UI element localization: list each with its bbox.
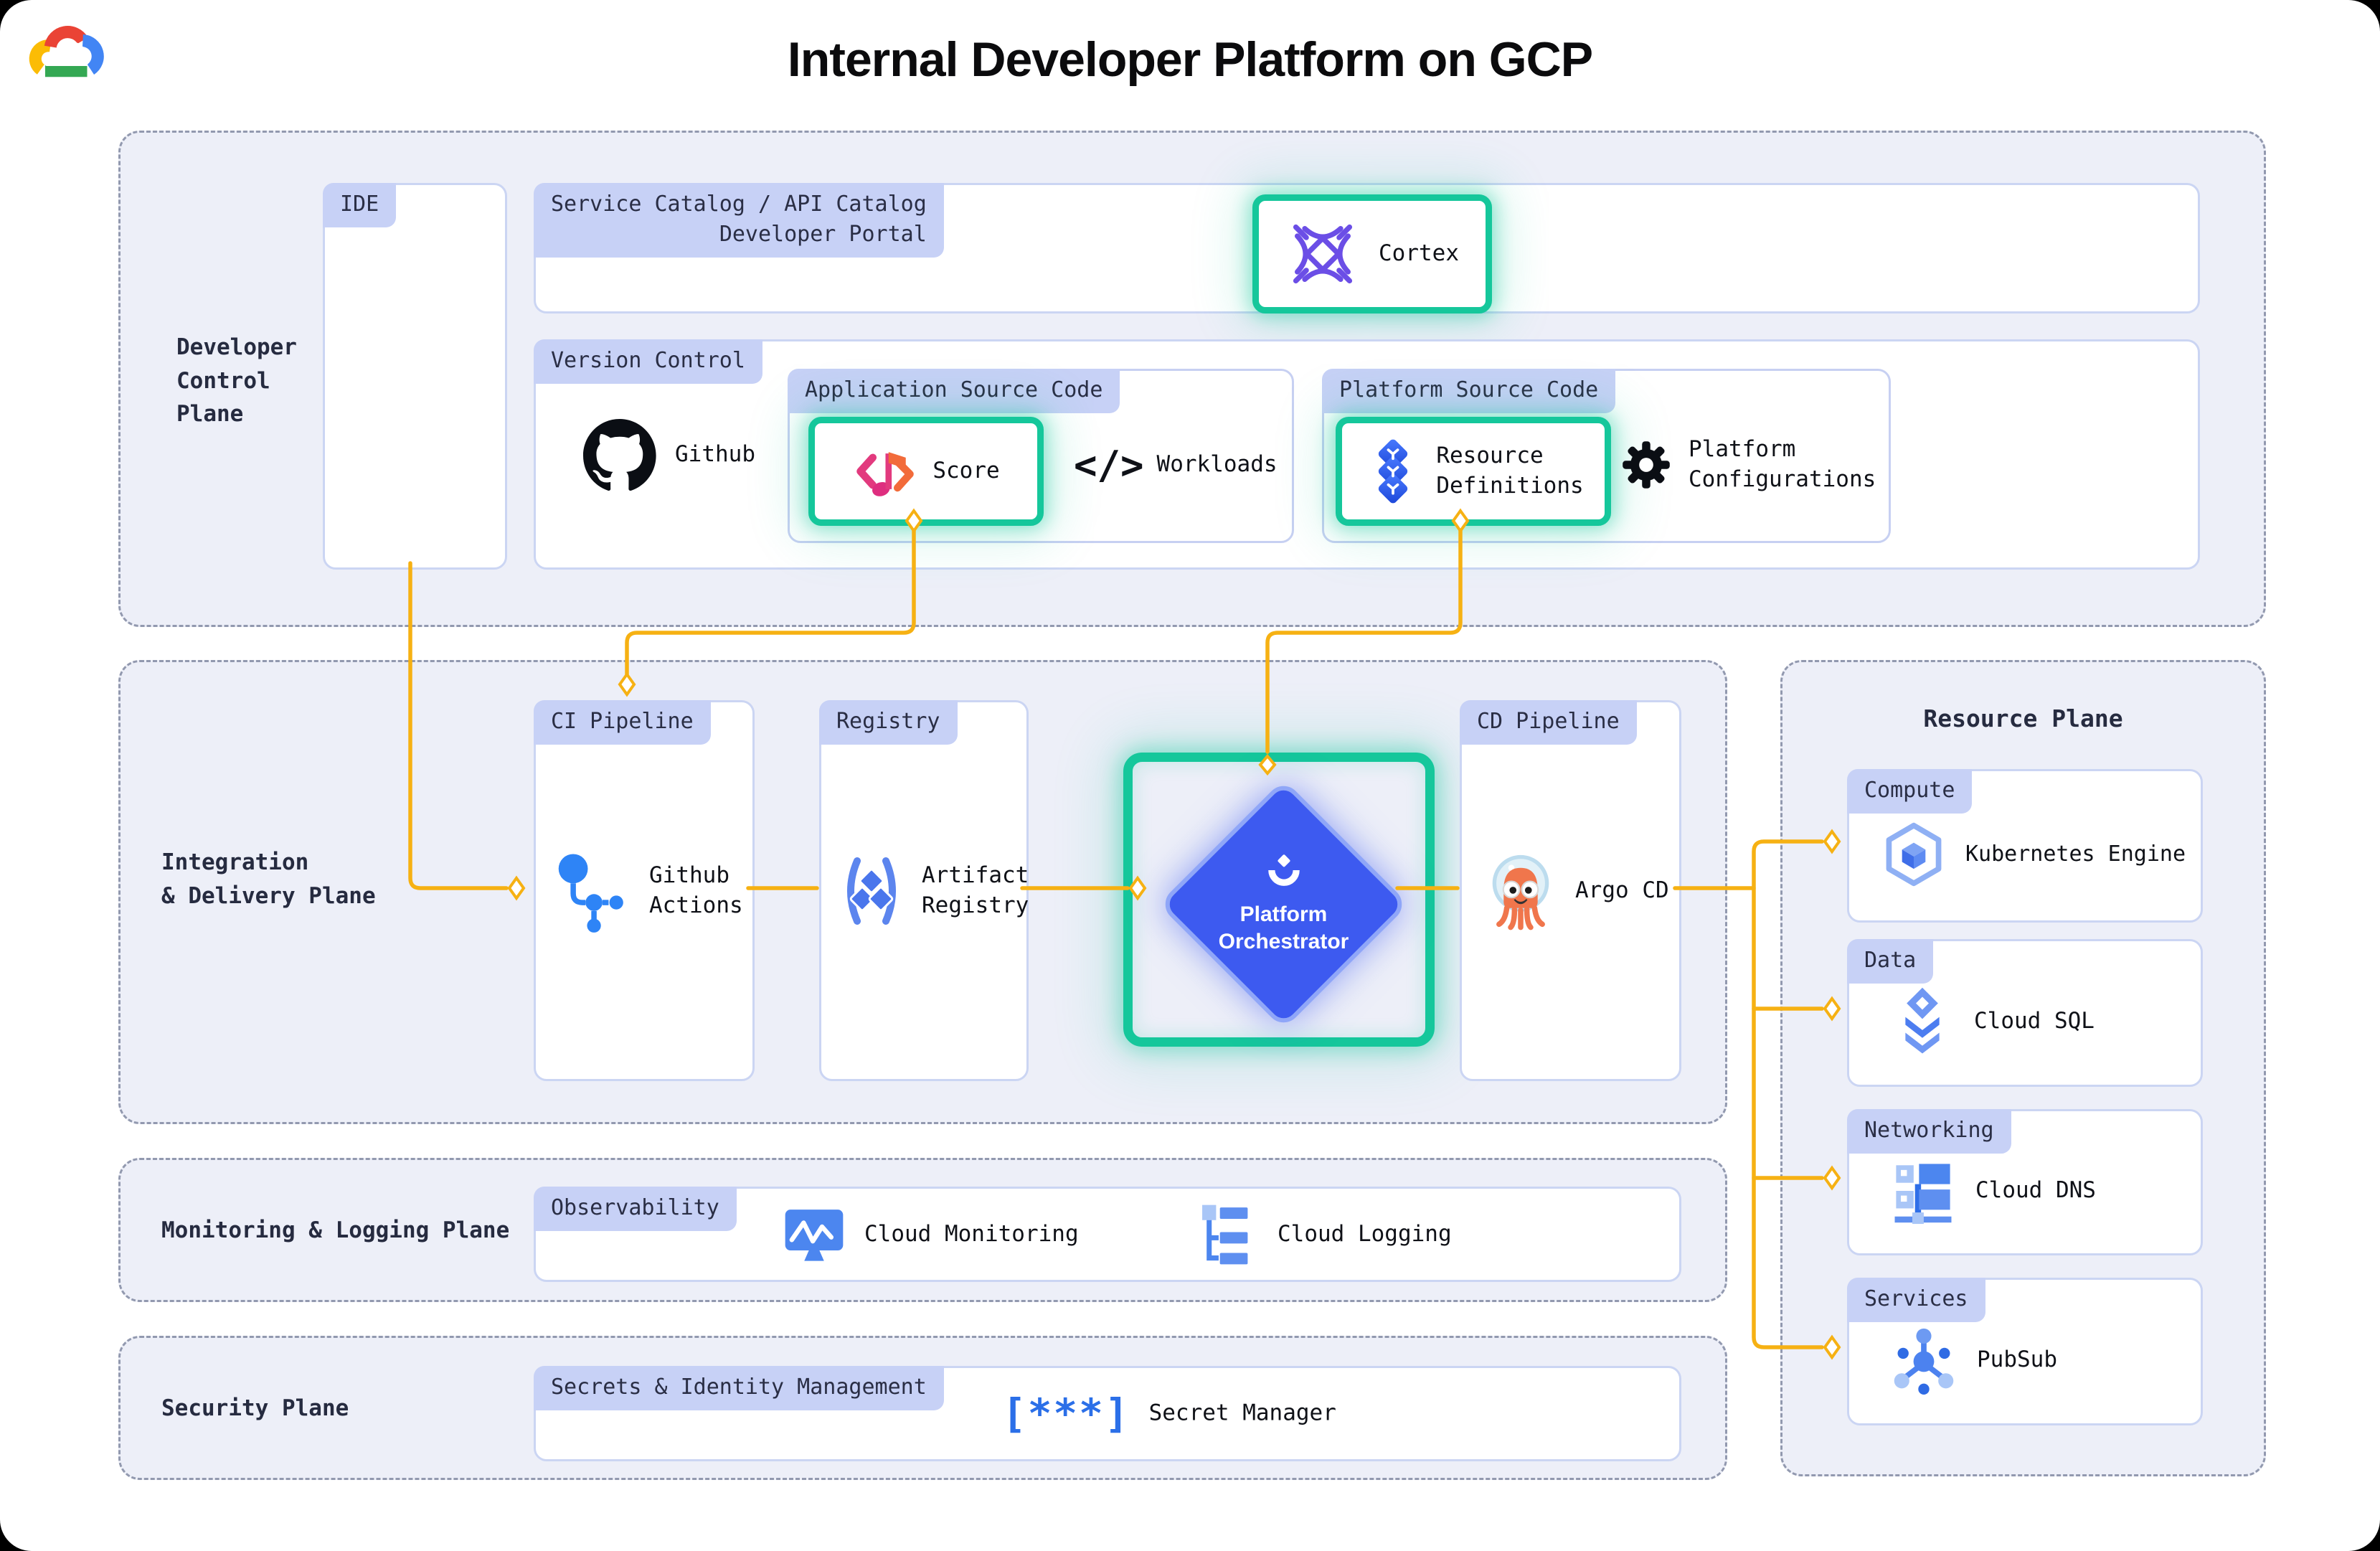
gear-icon (1623, 441, 1670, 489)
resource-definitions-label: Resource Definitions (1436, 443, 1584, 499)
secret-manager-item: [***] Secret Manager (1002, 1390, 1336, 1437)
ide-chip: IDE (323, 183, 397, 227)
cloud-logging-label: Cloud Logging (1278, 1220, 1452, 1247)
services-box: Services PubSub (1847, 1278, 2203, 1425)
developer-control-plane-label: Developer Control Plane (176, 334, 297, 427)
score-icon (856, 452, 915, 496)
observability-box: Observability Cloud Monitoring Cloud Log… (534, 1187, 1681, 1282)
platform-source-code-box: Platform Source Code Resource Definition… (1322, 369, 1891, 543)
compute-box: Compute Kubernetes Engine (1847, 769, 2203, 923)
github-label: Github (675, 440, 755, 467)
cortex-badge: Cortex (1252, 194, 1492, 314)
resource-plane-label: Resource Plane (1923, 704, 2123, 732)
secrets-chip: Secrets & Identity Management (534, 1366, 944, 1410)
data-box: Data Cloud SQL (1847, 939, 2203, 1087)
github-actions-icon (558, 854, 623, 933)
cloud-dns-icon (1894, 1164, 1952, 1224)
platform-orchestrator-frame: Platform Orchestrator (1123, 753, 1435, 1047)
resource-definitions-icon (1379, 439, 1408, 504)
application-source-code-chip: Application Source Code (788, 369, 1120, 413)
artifact-registry-item: Artifact Registry (833, 855, 1029, 927)
platform-configurations-item: Platform Configurations (1617, 417, 1876, 513)
argo-cd-label: Argo CD (1575, 877, 1669, 903)
developer-control-plane: Developer Control Plane IDE Service Cata… (118, 131, 2266, 627)
monitoring-logging-plane: Monitoring & Logging Plane Observability… (118, 1158, 1727, 1302)
github-actions-item: Github Actions (553, 849, 743, 933)
service-catalog-chip: Service Catalog / API Catalog Developer … (534, 183, 944, 258)
secrets-box: Secrets & Identity Management [***] Secr… (534, 1366, 1681, 1461)
score-label: Score (932, 458, 1000, 484)
ci-pipeline-box: CI Pipeline Github Actions (534, 700, 755, 1081)
secret-manager-icon: [***] (1002, 1390, 1130, 1437)
cloud-monitoring-label: Cloud Monitoring (864, 1220, 1079, 1247)
security-plane-label: Security Plane (161, 1395, 349, 1421)
argo-cd-icon (1492, 854, 1549, 930)
networking-chip: Networking (1847, 1109, 2011, 1154)
code-icon: </> (1074, 442, 1144, 488)
secret-manager-label: Secret Manager (1148, 1400, 1336, 1426)
cloud-logging-item: Cloud Logging (1197, 1202, 1452, 1267)
version-control-chip: Version Control (534, 339, 762, 384)
github-actions-label: Github Actions (649, 862, 743, 918)
platform-orchestrator-node: Platform Orchestrator (1158, 778, 1409, 1030)
ci-pipeline-chip: CI Pipeline (534, 700, 711, 745)
observability-chip: Observability (534, 1187, 737, 1231)
page-title: Internal Developer Platform on GCP (787, 32, 1593, 87)
registry-box: Registry Artifact Registry (819, 700, 1029, 1081)
argo-cd-item: Argo CD (1482, 851, 1669, 931)
kubernetes-engine-label: Kubernetes Engine (1965, 842, 2186, 867)
artifact-registry-label: Artifact Registry (922, 862, 1029, 918)
orchestrator-icon (1267, 854, 1300, 886)
workloads-item: </> Workloads (1074, 417, 1278, 513)
workloads-label: Workloads (1156, 451, 1278, 478)
kubernetes-engine-icon (1886, 823, 1942, 887)
canvas: Internal Developer Platform on GCP Devel… (0, 0, 2380, 1551)
score-badge: Score (808, 417, 1044, 526)
artifact-registry-icon (847, 857, 896, 925)
monitoring-logging-plane-label: Monitoring & Logging Plane (161, 1217, 510, 1243)
cloud-sql-item: Cloud SQL (1889, 986, 2095, 1057)
integration-delivery-plane-label: Integration & Delivery Plane (161, 849, 376, 909)
cloud-sql-icon (1905, 987, 1940, 1054)
cloud-logging-icon (1202, 1204, 1248, 1264)
cd-pipeline-box: CD Pipeline Argo CD (1460, 700, 1681, 1081)
application-source-code-box: Application Source Code Score </> Worklo… (788, 369, 1294, 543)
kubernetes-engine-item: Kubernetes Engine (1879, 820, 2186, 889)
service-catalog-box: Service Catalog / API Catalog Developer … (534, 183, 2200, 314)
github-item: Github (583, 418, 755, 491)
security-plane: Security Plane Secrets & Identity Manage… (118, 1336, 1727, 1480)
compute-chip: Compute (1847, 769, 1973, 814)
platform-source-code-chip: Platform Source Code (1322, 369, 1616, 413)
resource-definitions-badge: Resource Definitions (1336, 417, 1611, 526)
cloud-monitoring-icon (785, 1209, 844, 1261)
ide-box: IDE (323, 183, 507, 570)
cloud-dns-item: Cloud DNS (1889, 1157, 2096, 1225)
platform-orchestrator-label: Platform Orchestrator (1218, 902, 1349, 953)
pubsub-item: PubSub (1889, 1326, 2057, 1395)
networking-box: Networking Cloud DNS (1847, 1109, 2203, 1255)
cloud-dns-label: Cloud DNS (1975, 1177, 2096, 1203)
services-chip: Services (1847, 1278, 1985, 1322)
data-chip: Data (1847, 939, 1934, 984)
cortex-icon (1293, 224, 1353, 284)
pubsub-icon (1894, 1328, 1954, 1395)
platform-configurations-label: Platform Configurations (1689, 436, 1876, 492)
version-control-box: Version Control Github Application Sourc… (534, 339, 2200, 570)
github-icon (583, 418, 656, 491)
pubsub-label: PubSub (1977, 1347, 2057, 1373)
cd-pipeline-chip: CD Pipeline (1460, 700, 1637, 745)
integration-delivery-plane: Integration & Delivery Plane CI Pipeline… (118, 660, 1727, 1124)
resource-plane: Resource Plane Compute Kubernetes Engine… (1780, 660, 2266, 1476)
cloud-monitoring-item: Cloud Monitoring (781, 1203, 1079, 1266)
cortex-label: Cortex (1379, 240, 1459, 267)
registry-chip: Registry (819, 700, 958, 745)
cloud-sql-label: Cloud SQL (1974, 1008, 2095, 1034)
